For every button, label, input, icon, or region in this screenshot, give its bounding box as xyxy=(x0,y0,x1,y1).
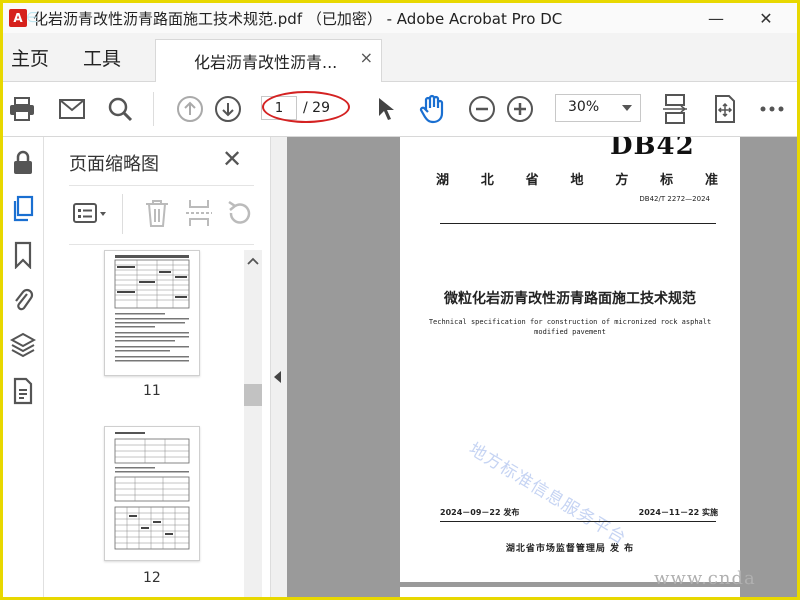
delete-page-icon[interactable] xyxy=(144,198,170,232)
document-properties-icon[interactable] xyxy=(7,375,39,407)
document-viewport[interactable]: DB42 湖北省地方标准 DB42/T 2272—2024 微粒化岩沥青改性沥青… xyxy=(287,137,797,597)
page-number-annotation xyxy=(262,91,350,123)
search-icon[interactable] xyxy=(103,92,137,126)
document-page: DB42 湖北省地方标准 DB42/T 2272—2024 微粒化岩沥青改性沥青… xyxy=(400,137,740,582)
close-pane-button[interactable]: ✕ xyxy=(222,145,242,173)
menu-tools[interactable]: 工具 xyxy=(83,44,121,71)
next-page-icon[interactable] xyxy=(211,92,245,126)
thumbnails-pane-title: 页面缩略图 xyxy=(69,154,159,175)
publish-date: 2024－09－22 发布 xyxy=(440,508,520,517)
scrolling-mode-icon[interactable] xyxy=(658,92,692,126)
more-options-icon[interactable] xyxy=(755,92,789,126)
print-icon[interactable] xyxy=(5,92,39,126)
thumbnail-12-preview xyxy=(114,432,190,550)
zoom-out-icon[interactable] xyxy=(465,92,499,126)
hand-tool-icon[interactable] xyxy=(415,92,449,126)
thumbnail-page-11[interactable] xyxy=(104,250,200,376)
header-rule xyxy=(440,223,716,224)
lock-icon[interactable] xyxy=(7,147,39,179)
bookmark-icon[interactable] xyxy=(7,239,39,271)
thumbnail-label: 11 xyxy=(143,383,161,399)
collapse-pane-icon[interactable] xyxy=(274,371,281,383)
pane-collapse-strip[interactable] xyxy=(270,137,287,597)
issuer: 湖北省市场监督管理局 发 布 xyxy=(505,544,635,554)
left-tool-rail xyxy=(3,137,44,597)
close-window-button[interactable]: ✕ xyxy=(743,3,789,33)
page-thumbnails-icon[interactable] xyxy=(7,193,39,225)
minimize-button[interactable]: — xyxy=(693,3,739,33)
thumbnail-page-12[interactable] xyxy=(104,426,200,561)
document-tab[interactable]: 化岩沥青改性沥青... × xyxy=(155,39,382,82)
document-title-cn: 微粒化岩沥青改性沥青路面施工技术规范 xyxy=(444,291,696,307)
corner-watermark: ∈ xyxy=(26,10,39,26)
document-title-en-line2: modified pavement xyxy=(534,328,606,336)
thumbnails-scrollbar[interactable] xyxy=(244,250,262,597)
thumbnail-11-preview xyxy=(114,255,190,362)
rotate-page-icon[interactable] xyxy=(225,199,253,231)
toolbar-separator xyxy=(153,92,154,126)
thumbnails-toolbar xyxy=(69,185,254,245)
document-title-en-line1: Technical specification for construction… xyxy=(428,318,712,326)
thumbnail-label: 12 xyxy=(143,570,161,586)
site-watermark: www.cnda xyxy=(654,568,756,589)
menu-home[interactable]: 主页 xyxy=(11,44,49,71)
attachment-icon[interactable] xyxy=(7,284,39,316)
thumbnail-options-icon[interactable] xyxy=(72,200,110,232)
effective-date: 2024－11－22 实施 xyxy=(638,508,718,517)
platform-watermark: 地方标准信息服务平台 xyxy=(465,439,630,550)
layers-icon[interactable] xyxy=(7,329,39,361)
toolbar-separator xyxy=(122,194,123,234)
zoom-value: 30% xyxy=(568,99,600,115)
zoom-in-icon[interactable] xyxy=(503,92,537,126)
standard-code: DB42 xyxy=(610,137,695,161)
title-bar: A 化岩沥青改性沥青路面施工技术规范.pdf （已加密） - Adobe Acr… xyxy=(3,3,797,33)
fit-page-icon[interactable] xyxy=(708,92,742,126)
extract-page-icon[interactable] xyxy=(186,198,212,232)
window-title: 化岩沥青改性沥青路面施工技术规范.pdf （已加密） - Adobe Acrob… xyxy=(33,9,563,28)
scrollbar-thumb[interactable] xyxy=(244,384,262,406)
document-tab-close-button[interactable]: × xyxy=(360,48,373,67)
zoom-dropdown[interactable]: 30% xyxy=(555,94,641,122)
province-header: 湖北省地方标准 xyxy=(436,173,718,188)
acrobat-app-icon: A xyxy=(9,9,27,27)
chevron-down-icon xyxy=(622,105,632,111)
tab-bar: 主页 工具 化岩沥青改性沥青... × xyxy=(3,33,797,82)
footer-rule xyxy=(440,521,716,522)
toolbar: 1 / 29 xyxy=(3,82,797,137)
select-cursor-icon[interactable] xyxy=(369,92,403,126)
scroll-up-icon[interactable] xyxy=(244,252,262,270)
email-icon[interactable] xyxy=(55,92,89,126)
previous-page-icon[interactable] xyxy=(173,92,207,126)
standard-number: DB42/T 2272—2024 xyxy=(639,195,710,203)
document-tab-label: 化岩沥青改性沥青... xyxy=(194,53,338,72)
